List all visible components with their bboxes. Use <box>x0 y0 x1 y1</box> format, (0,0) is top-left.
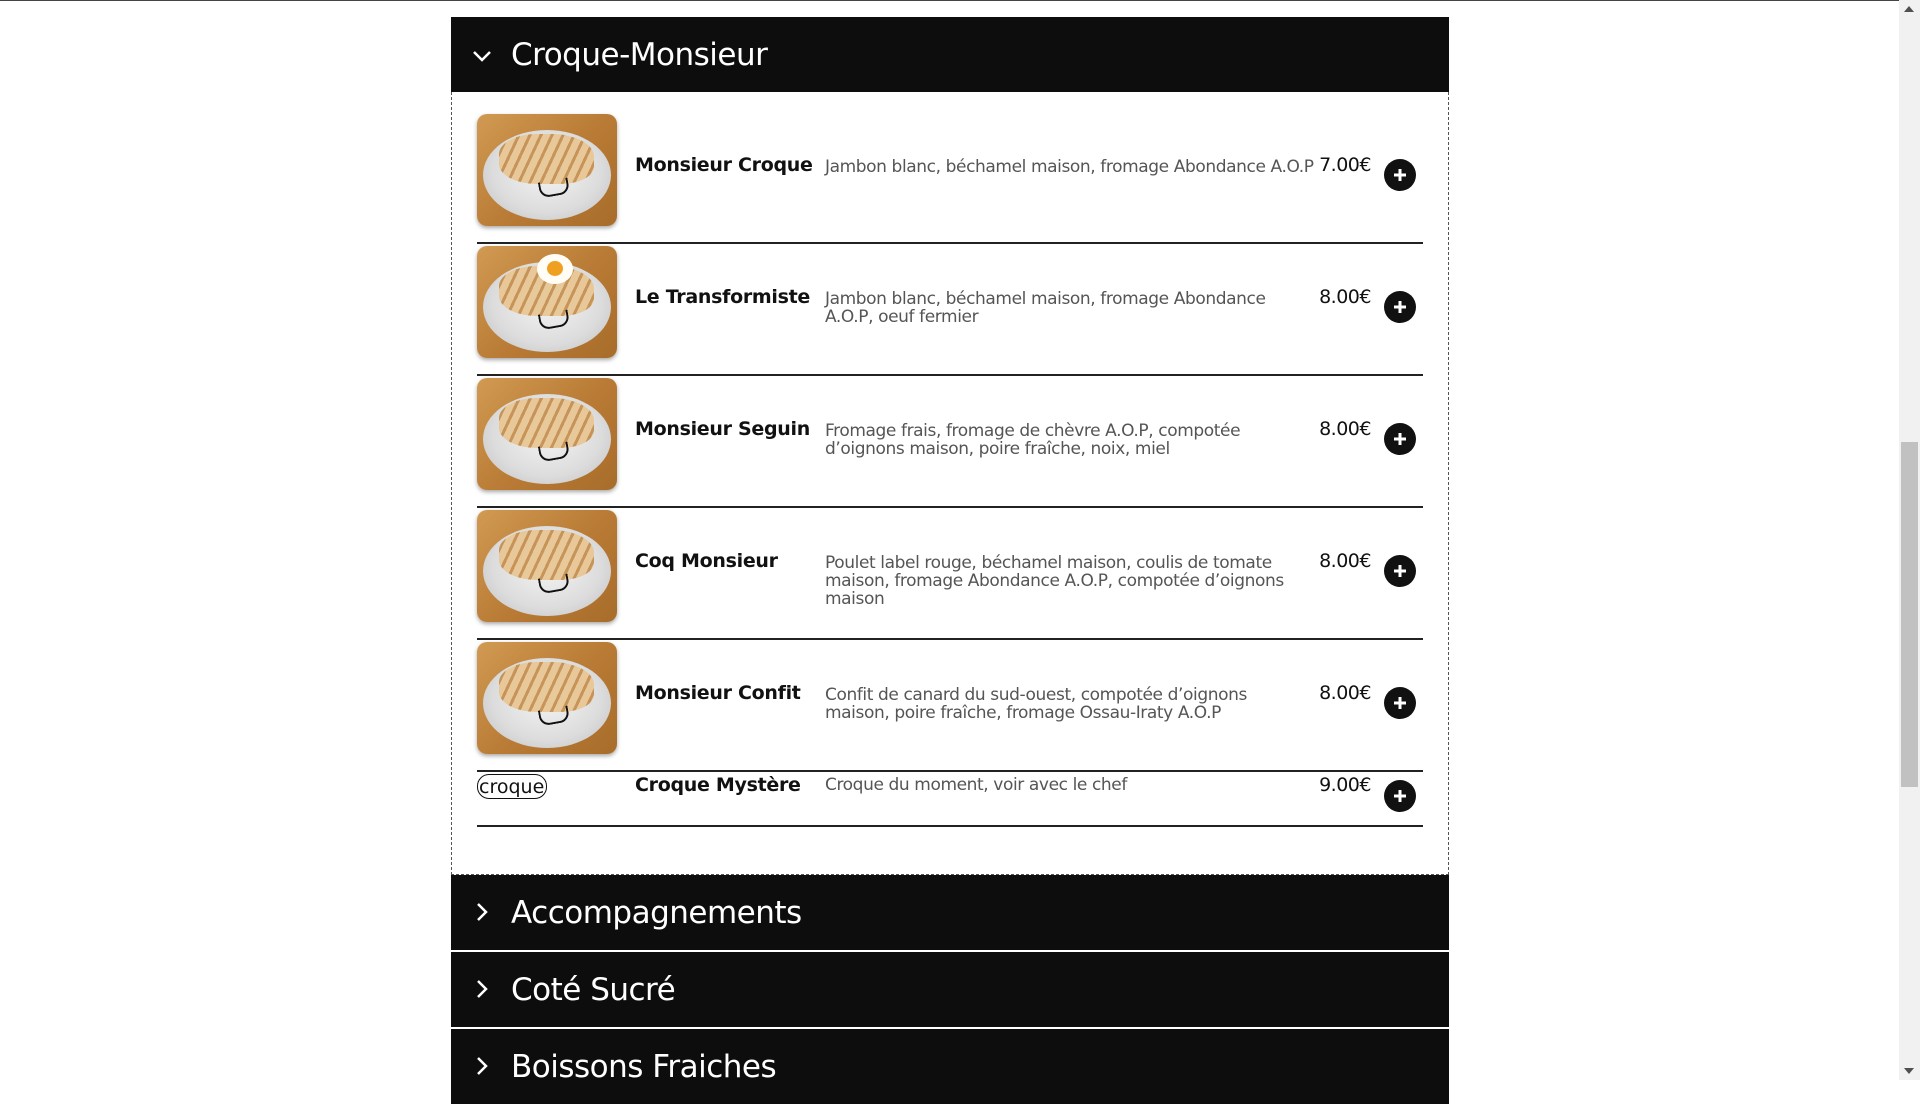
add-to-cart-button[interactable] <box>1384 423 1416 455</box>
item-description: Confit de canard du sud-ouest, compotée … <box>825 685 1247 723</box>
chevron-right-icon <box>477 1056 488 1075</box>
plus-icon <box>1394 565 1406 577</box>
menu-item: Monsieur Seguin Fromage frais, fromage d… <box>477 378 1423 508</box>
item-photo <box>477 378 617 490</box>
chevron-right-icon <box>477 979 488 998</box>
chevron-down-icon <box>473 50 491 62</box>
item-photo <box>477 510 617 622</box>
item-name: Le Transformiste <box>635 286 810 308</box>
item-description: Croque du moment, voir avec le chef <box>825 775 1127 795</box>
plus-icon <box>1394 790 1406 802</box>
add-to-cart-button[interactable] <box>1384 687 1416 719</box>
menu-item: Coq Monsieur Poulet label rouge, béchame… <box>477 510 1423 640</box>
section-header-accompagnements[interactable]: Accompagnements <box>451 875 1449 950</box>
item-name: Coq Monsieur <box>635 550 778 572</box>
item-description: Poulet label rouge, béchamel maison, cou… <box>825 553 1284 609</box>
scroll-up-arrow-icon[interactable] <box>1904 6 1914 12</box>
top-border <box>0 0 1900 1</box>
section-header-boissons-fraiches[interactable]: Boissons Fraiches <box>451 1029 1449 1104</box>
item-name: Monsieur Croque <box>635 154 813 176</box>
section-title: Boissons Fraiches <box>511 1048 777 1085</box>
add-to-cart-button[interactable] <box>1384 780 1416 812</box>
vertical-scrollbar[interactable] <box>1899 0 1920 1080</box>
scroll-down-arrow-icon[interactable] <box>1904 1068 1914 1074</box>
item-photo <box>477 642 617 754</box>
section-title: Accompagnements <box>511 894 802 931</box>
item-name: Monsieur Seguin <box>635 418 810 440</box>
add-to-cart-button[interactable] <box>1384 291 1416 323</box>
section-title: Coté Sucré <box>511 971 676 1008</box>
section-header-cote-sucre[interactable]: Coté Sucré <box>451 952 1449 1027</box>
plus-icon <box>1394 169 1406 181</box>
menu-item: Monsieur Croque Jambon blanc, béchamel m… <box>477 114 1423 244</box>
chevron-right-icon <box>477 902 488 921</box>
section-body-croque-monsieur: Monsieur Croque Jambon blanc, béchamel m… <box>451 92 1449 875</box>
add-to-cart-button[interactable] <box>1384 555 1416 587</box>
item-description: Jambon blanc, béchamel maison, fromage A… <box>825 289 1266 327</box>
section-header-croque-monsieur[interactable]: Croque-Monsieur <box>451 17 1449 92</box>
menu-page: Croque-Monsieur Monsieur Croque Jambon b… <box>451 17 1449 1104</box>
item-photo <box>477 246 617 358</box>
plus-icon <box>1394 697 1406 709</box>
item-photo-broken: croque <box>477 774 617 804</box>
section-title: Croque-Monsieur <box>511 36 768 73</box>
item-photo <box>477 114 617 226</box>
item-price: 8.00€ <box>1319 550 1371 572</box>
item-description: Jambon blanc, béchamel maison, fromage A… <box>825 157 1314 177</box>
item-description: Fromage frais, fromage de chèvre A.O.P, … <box>825 421 1241 459</box>
item-price: 9.00€ <box>1319 774 1371 796</box>
menu-item: Le Transformiste Jambon blanc, béchamel … <box>477 246 1423 376</box>
menu-item: Monsieur Confit Confit de canard du sud-… <box>477 642 1423 772</box>
scrollbar-thumb[interactable] <box>1901 442 1918 787</box>
plus-icon <box>1394 301 1406 313</box>
item-price: 7.00€ <box>1319 154 1371 176</box>
plus-icon <box>1394 433 1406 445</box>
image-alt-text: croque <box>477 774 548 799</box>
menu-item: croque Croque Mystère Croque du moment, … <box>477 774 1423 827</box>
item-price: 8.00€ <box>1319 418 1371 440</box>
item-name: Croque Mystère <box>635 774 801 796</box>
item-price: 8.00€ <box>1319 682 1371 704</box>
item-name: Monsieur Confit <box>635 682 801 704</box>
add-to-cart-button[interactable] <box>1384 159 1416 191</box>
item-price: 8.00€ <box>1319 286 1371 308</box>
